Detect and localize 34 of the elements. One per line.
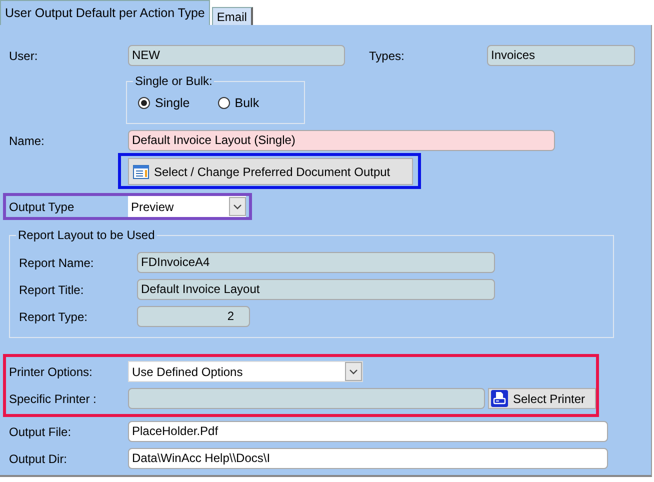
field-label: Report Name: bbox=[18, 256, 95, 270]
group-title: Report Layout to be Used bbox=[16, 228, 157, 242]
field-label: Specific Printer : bbox=[8, 392, 98, 406]
printer-options-dropdown[interactable]: Use Defined Options bbox=[128, 361, 363, 382]
field-label: Printer Options: bbox=[8, 364, 94, 378]
chevron-down-icon bbox=[349, 368, 358, 374]
radio-button[interactable]: Single bbox=[138, 96, 190, 110]
tab[interactable]: Email bbox=[212, 7, 253, 25]
name-field[interactable]: Default Invoice Layout (Single) bbox=[128, 130, 555, 151]
field-label: Output Type bbox=[8, 200, 76, 214]
chevron-down-icon bbox=[233, 204, 242, 210]
report-field[interactable]: Default Invoice Layout bbox=[137, 279, 495, 300]
field-label: User: bbox=[8, 48, 39, 62]
tab[interactable]: User Output Default per Action Type bbox=[0, 0, 210, 25]
report-field[interactable]: 2 bbox=[137, 306, 250, 327]
list-window-icon bbox=[133, 164, 149, 178]
field-label: Types: bbox=[368, 48, 406, 62]
user-field[interactable]: NEW bbox=[128, 45, 345, 66]
field-label: Output File: bbox=[8, 424, 72, 438]
radio-button[interactable]: Bulk bbox=[218, 96, 260, 110]
group-title: Single or Bulk: bbox=[133, 74, 214, 88]
field-label: Name: bbox=[8, 134, 46, 148]
select-output-button[interactable]: Select / Change Preferred Document Output bbox=[128, 158, 413, 185]
output-type-dropdown[interactable]: Preview bbox=[128, 196, 246, 217]
output-file-field[interactable]: PlaceHolder.Pdf bbox=[128, 421, 608, 442]
printer-icon bbox=[491, 390, 508, 407]
specific-printer-field[interactable] bbox=[128, 388, 485, 409]
report-field[interactable]: FDInvoiceA4 bbox=[137, 252, 495, 273]
types-field[interactable]: Invoices bbox=[487, 45, 635, 66]
field-label: Report Type: bbox=[18, 310, 88, 324]
output-dir-field[interactable]: Data\WinAcc Help\\Docs\I bbox=[128, 448, 608, 469]
field-label: Report Title: bbox=[18, 282, 85, 296]
select-printer-button[interactable]: Select Printer bbox=[488, 388, 596, 409]
field-label: Output Dir: bbox=[8, 452, 68, 466]
